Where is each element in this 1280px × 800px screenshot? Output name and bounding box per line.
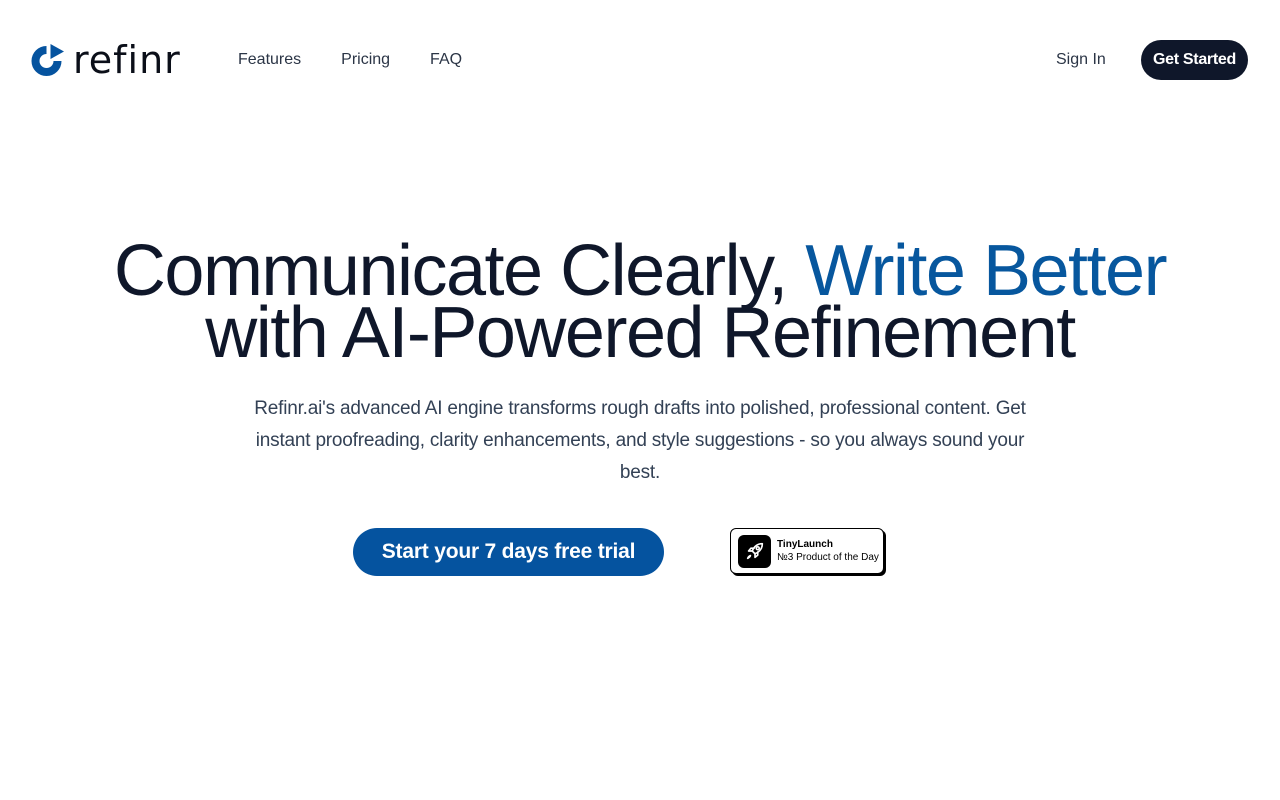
refinr-logo-icon (31, 44, 64, 76)
hero-title: Communicate Clearly, Write Better with AI… (0, 235, 1280, 369)
page: refinr Features Pricing FAQ Sign In Get … (0, 0, 1280, 800)
hero-title-part2: with AI-Powered Refinement (205, 293, 1076, 373)
sign-in-link[interactable]: Sign In (1056, 50, 1106, 70)
hero-subtitle: Refinr.ai's advanced AI engine transform… (254, 398, 1026, 483)
badge-caption: №3 Product of the Day (777, 551, 879, 563)
free-trial-button[interactable]: Start your 7 days free trial (353, 528, 664, 576)
nav-pricing[interactable]: Pricing (341, 50, 390, 70)
rocket-icon (746, 542, 763, 560)
get-started-button[interactable]: Get Started (1141, 40, 1248, 80)
badge-title: TinyLaunch (777, 538, 833, 550)
nav-faq[interactable]: FAQ (430, 50, 462, 70)
badge-icon-box (738, 534, 771, 568)
logo-link[interactable]: refinr (31, 38, 181, 82)
nav-features[interactable]: Features (238, 50, 301, 70)
main-nav: Features Pricing FAQ (238, 50, 502, 70)
tinylaunch-badge[interactable]: TinyLaunch №3 Product of the Day (730, 528, 886, 576)
logo-wordmark: refinr (73, 38, 181, 82)
site-header: refinr Features Pricing FAQ Sign In Get … (0, 0, 1280, 120)
badge-text: TinyLaunch №3 Product of the Day (777, 539, 879, 564)
badge-face: TinyLaunch №3 Product of the Day (730, 528, 884, 574)
